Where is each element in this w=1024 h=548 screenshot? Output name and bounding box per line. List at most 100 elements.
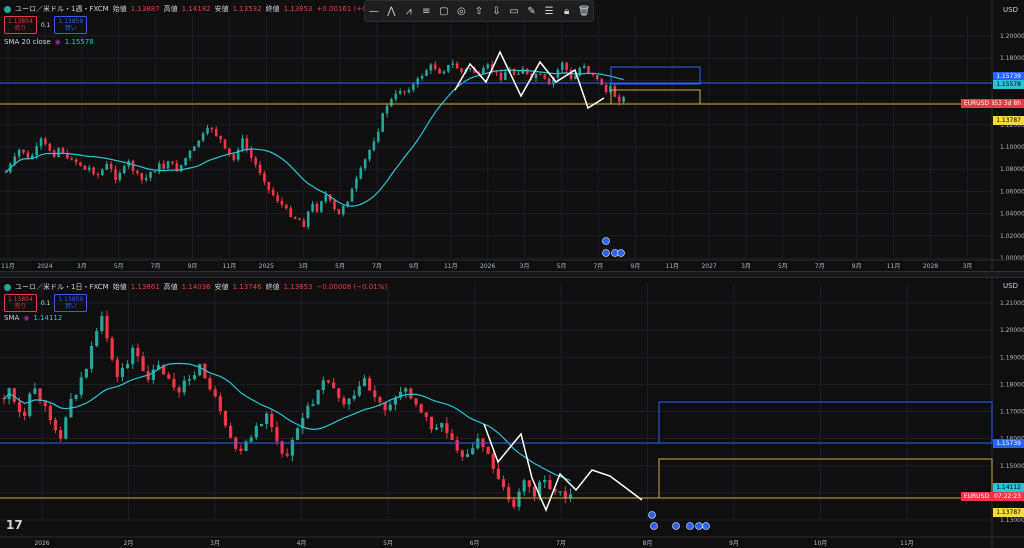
arrow-down-icon[interactable]: ⇩ [489,6,503,17]
candle-body [412,84,415,90]
buy-button[interactable]: 1.13859 買い [54,294,88,312]
ohlc-high-key: 高値 [163,283,178,291]
trash-icon[interactable]: 🗑︎ [577,6,591,17]
x-tick-label: 2026 [34,540,49,547]
sma-value: 1.15578 [64,38,94,46]
x-tick-label: 11月 [900,540,914,547]
x-tick-label: 11月 [887,263,901,270]
candle-body [276,195,279,202]
settings-icon[interactable]: ☰ [542,6,556,17]
x-tick-label: 3月 [962,263,972,270]
candle-body [285,453,289,456]
daily-chart-panel[interactable]: 1.210001.200001.190001.180001.170001.160… [0,278,1024,548]
candle-body [35,146,38,156]
eye-icon[interactable]: ◉ [23,314,29,322]
buy-label: 買い [64,25,77,32]
x-tick-label: 11月 [1,263,15,270]
symbol-title[interactable]: ユーロ／米ドル・1日・FXCM [15,282,109,292]
sma-legend[interactable]: SMA 20 close ◉ 1.15578 [4,38,94,46]
candle-body [187,379,191,381]
pane-separator[interactable] [0,271,1024,278]
buy-button[interactable]: 1.13859 買い [54,16,88,34]
daily-chart-canvas[interactable]: 1.210001.200001.190001.180001.170001.160… [0,278,1024,548]
candle-body [442,71,446,74]
buy-price: 1.13859 [58,296,84,303]
candle-body [390,99,393,106]
fib-icon[interactable]: ≡ [419,6,433,17]
candle-body [197,140,201,147]
y-tick-label: 1.20000 [1000,33,1024,40]
weekly-chart-canvas[interactable]: 1.200001.180001.160001.140001.120001.100… [0,0,1024,271]
candle-body [547,78,551,85]
candle-body [84,368,88,378]
arrow-up-icon[interactable]: ⇧ [472,6,486,17]
candle-body [468,68,472,70]
candle-body [206,128,209,134]
candle-body [574,75,577,80]
candle-body [447,64,450,72]
candle-body [424,412,428,417]
candle-body [79,377,83,395]
candle-body [341,205,345,215]
candle-body [315,203,319,212]
candle-body [600,79,603,85]
candle-body [539,74,542,76]
x-tick-label: 9月 [852,263,862,270]
rect-icon[interactable]: ▢ [437,6,451,17]
candle-body [105,316,109,339]
x-tick-label: 2027 [701,263,716,270]
candle-body [543,479,547,483]
target-box-upper [658,401,993,444]
candle-body [280,201,284,205]
candle-body [522,480,526,492]
x-tick-label: 2028 [923,263,938,270]
x-tick-label: 3月 [210,540,220,547]
callout-icon[interactable]: ▭ [507,6,521,17]
symbol-title[interactable]: ユーロ／米ドル・1週・FXCM [15,4,109,14]
candle-body [96,173,100,175]
eye-icon[interactable]: ◉ [55,38,61,46]
candle-body [429,64,433,71]
candle-body [100,316,104,332]
sell-button[interactable]: 1.13854 売り [4,16,37,34]
candle-body [368,378,372,391]
candle-body [12,388,16,402]
y-tick-label: 1.18000 [1000,55,1024,62]
currency-label[interactable]: USD [1003,282,1018,290]
weekly-chart-panel[interactable]: 1.200001.180001.160001.140001.120001.100… [0,0,1024,271]
candle-body [525,68,529,74]
polyline-icon[interactable]: ⋀ [384,6,398,17]
candle-body [95,331,99,346]
candle-body [153,171,157,173]
brush-icon[interactable]: ✎ [525,6,539,17]
circle-icon[interactable]: ◎ [454,6,468,17]
candle-body [435,427,439,430]
currency-label[interactable]: USD [1003,6,1018,14]
sma-legend[interactable]: SMA ◉ 1.14112 [4,314,62,322]
tradingview-logo-icon[interactable]: 17 [6,518,23,532]
x-tick-label: 5月 [383,540,393,547]
candle-body [172,378,176,388]
minus-icon[interactable]: — [367,6,381,17]
candle-body [120,367,125,378]
candle-body [210,128,214,130]
candle-body [254,157,257,165]
candle-body [440,423,444,428]
candle-body [548,479,552,490]
candle-body [64,417,68,439]
ohlc-open-val: 1.13861 [130,283,160,291]
candle-body [141,356,145,372]
price-label-support: 1.13787 [993,508,1024,517]
sell-button[interactable]: 1.13854 売り [4,294,37,312]
candle-body [298,218,301,221]
event-marker-icon [686,522,694,530]
pattern-icon[interactable]: ⩘ [402,6,416,17]
candle-body [219,135,222,140]
ohlc-high-key: 高値 [163,5,178,13]
event-marker-icon [602,249,610,257]
lock-icon[interactable]: 🔒︎ [560,6,574,17]
candle-body [241,138,244,150]
candle-body [429,416,434,430]
candle-body [517,73,520,75]
candle-body [433,64,437,70]
